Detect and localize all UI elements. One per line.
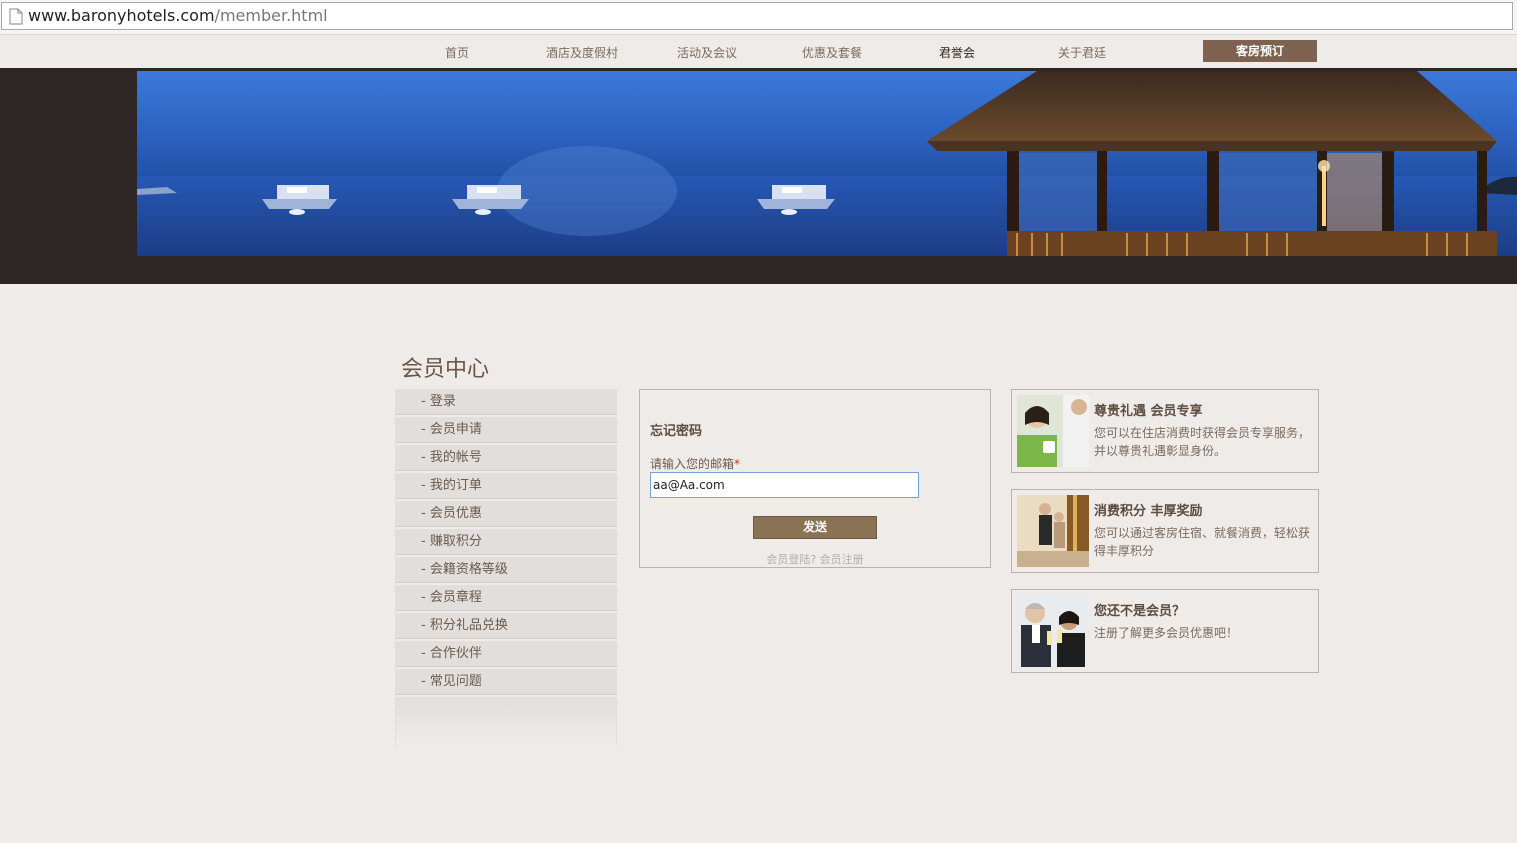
sidebar-item-apply[interactable]: - 会员申请 [395,417,617,443]
register-link[interactable]: 会员注册 [820,553,864,566]
sidebar-fade [395,697,617,745]
nav-events-meetings[interactable]: 活动及会议 [677,44,737,61]
promo-title: 您还不是会员？ [1094,604,1186,619]
email-label: 请输入您的邮箱* [650,455,740,472]
required-mark: * [734,457,741,471]
url-host: www.baronyhotels.com [28,6,215,25]
sidebar-item-redeem[interactable]: - 积分礼品兑换 [395,613,617,639]
main-nav: 首页 酒店及度假村 活动及会议 优惠及套餐 君誉会 关于君廷 客房预订 [0,35,1517,68]
form-title: 忘记密码 [650,424,703,439]
page-icon [9,8,23,25]
login-link[interactable]: 会员登陆? [766,553,816,566]
sidebar-item-partners[interactable]: - 合作伙伴 [395,641,617,667]
sidebar-item-orders[interactable]: - 我的订单 [395,473,617,499]
promo-text: 您可以在住店消费时获得会员专享服务，并以尊贵礼遇彰显身份。 [1094,426,1311,458]
promo-text: 您可以通过客房住宿、就餐消费，轻松获得丰厚积分 [1094,526,1311,558]
promo-photo [1017,595,1089,667]
sidebar-item-rules[interactable]: - 会员章程 [395,585,617,611]
promo-photo [1017,495,1089,567]
sidebar-item-earn-points[interactable]: - 赚取积分 [395,529,617,555]
url-text: www.baronyhotels.com/member.html [28,6,328,26]
send-button[interactable]: 发送 [753,516,877,539]
promo-text: 注册了解更多会员优惠吧！ [1094,626,1239,640]
sidebar-item-tiers[interactable]: - 会籍资格等级 [395,557,617,583]
promo-card-privileges[interactable]: 尊贵礼遇 会员专享 您可以在住店消费时获得会员专享服务，并以尊贵礼遇彰显身份。 [1011,389,1319,473]
nav-about[interactable]: 关于君廷 [1058,44,1106,61]
nav-home[interactable]: 首页 [445,44,469,61]
book-room-button[interactable]: 客房预订 [1203,40,1317,62]
sidebar-item-login[interactable]: - 登录 [395,389,617,415]
browser-address-bar: www.baronyhotels.com/member.html [0,0,1517,35]
promo-photo [1017,395,1089,467]
nav-hotels-resorts[interactable]: 酒店及度假村 [546,44,618,61]
forgot-password-panel: 忘记密码 请输入您的邮箱* 发送 会员登陆? 会员注册 [639,389,991,568]
hero-banner-image [137,71,1517,256]
nav-offers-packages[interactable]: 优惠及套餐 [802,44,862,61]
member-sidebar: - 登录 - 会员申请 - 我的帐号 - 我的订单 - 会员优惠 - 赚取积分 … [395,389,617,745]
email-input[interactable] [650,472,919,498]
sidebar-item-faq[interactable]: - 常见问题 [395,669,617,695]
promo-card-points[interactable]: 消费积分 丰厚奖励 您可以通过客房住宿、就餐消费，轻松获得丰厚积分 [1011,489,1319,573]
sidebar-item-offers[interactable]: - 会员优惠 [395,501,617,527]
promo-title: 消费积分 丰厚奖励 [1094,504,1203,519]
sidebar-item-account[interactable]: - 我的帐号 [395,445,617,471]
promo-card-join[interactable]: 您还不是会员？ 注册了解更多会员优惠吧！ [1011,589,1319,673]
auth-links: 会员登陆? 会员注册 [640,551,990,567]
nav-club[interactable]: 君誉会 [939,44,975,61]
promo-title: 尊贵礼遇 会员专享 [1094,404,1203,419]
email-label-text: 请输入您的邮箱 [650,457,735,471]
url-field[interactable]: www.baronyhotels.com/member.html [1,2,1513,30]
page-title: 会员中心 [401,357,490,382]
url-path: /member.html [214,6,328,25]
